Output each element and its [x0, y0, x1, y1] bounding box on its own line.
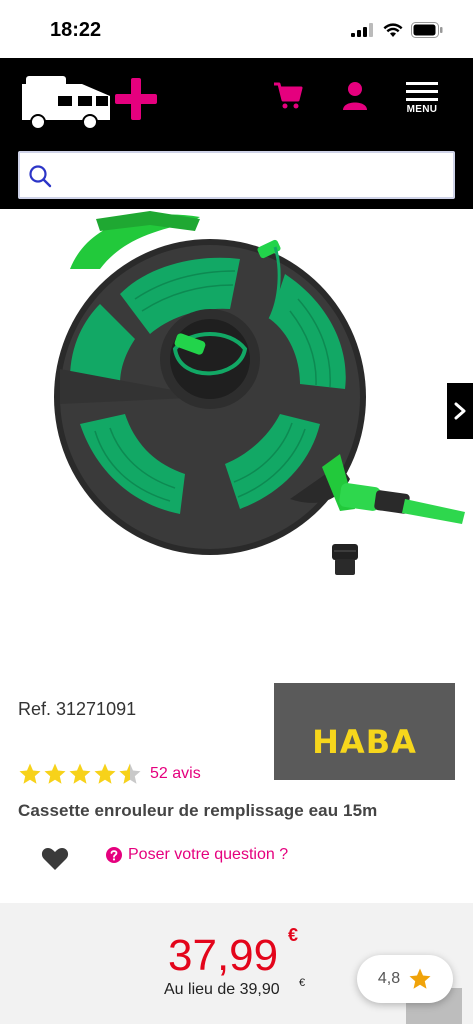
hamburger-icon: [406, 82, 438, 101]
chevron-right-icon: [454, 402, 466, 420]
star-icon: [19, 763, 41, 784]
question-circle-icon: [106, 847, 122, 863]
account-icon[interactable]: [340, 80, 370, 112]
camping-car-logo[interactable]: [18, 74, 168, 130]
rating-stars: [18, 762, 142, 786]
brand-name: HABA: [312, 723, 417, 761]
product-title: Cassette enrouleur de remplissage eau 15…: [18, 801, 378, 820]
brand-logo[interactable]: HABA: [274, 683, 455, 780]
star-icon: [69, 763, 91, 784]
star-icon: [409, 968, 431, 989]
menu-label: MENU: [406, 104, 438, 115]
ask-question-label: Poser votre question ?: [128, 846, 289, 863]
hose-reel-image: [54, 211, 465, 575]
next-image-button[interactable]: [447, 383, 473, 439]
search-icon[interactable]: [28, 164, 52, 188]
site-header: MENU: [0, 58, 473, 209]
cart-icon[interactable]: [272, 80, 304, 112]
battery-icon: [411, 22, 443, 38]
rating-badge-value: 4,8: [377, 970, 401, 987]
product-rating[interactable]: 52 avis: [18, 762, 201, 786]
status-time: 18:22: [50, 19, 102, 41]
heart-icon[interactable]: [41, 846, 69, 872]
star-icon: [94, 763, 116, 784]
signal-icon: [351, 23, 373, 37]
search-bar[interactable]: [18, 151, 455, 199]
old-price: Au lieu de 39,90: [164, 981, 280, 998]
star-half-icon: [119, 763, 141, 784]
status-bar: 18:22: [0, 0, 473, 58]
status-icons: [351, 22, 443, 38]
product-reference: Ref. 31271091: [18, 699, 137, 719]
ask-question-link[interactable]: Poser votre question ?: [106, 846, 288, 864]
current-price: 37,99: [168, 931, 279, 980]
reviews-link[interactable]: 52 avis: [150, 765, 201, 783]
rating-badge[interactable]: 4,8: [357, 955, 453, 1003]
old-price-currency: €: [299, 977, 306, 989]
menu-button[interactable]: MENU: [402, 82, 442, 122]
search-input[interactable]: [64, 161, 444, 191]
price-currency: €: [288, 925, 299, 945]
product-image[interactable]: [0, 209, 473, 649]
star-icon: [44, 763, 66, 784]
wifi-icon: [383, 22, 403, 37]
